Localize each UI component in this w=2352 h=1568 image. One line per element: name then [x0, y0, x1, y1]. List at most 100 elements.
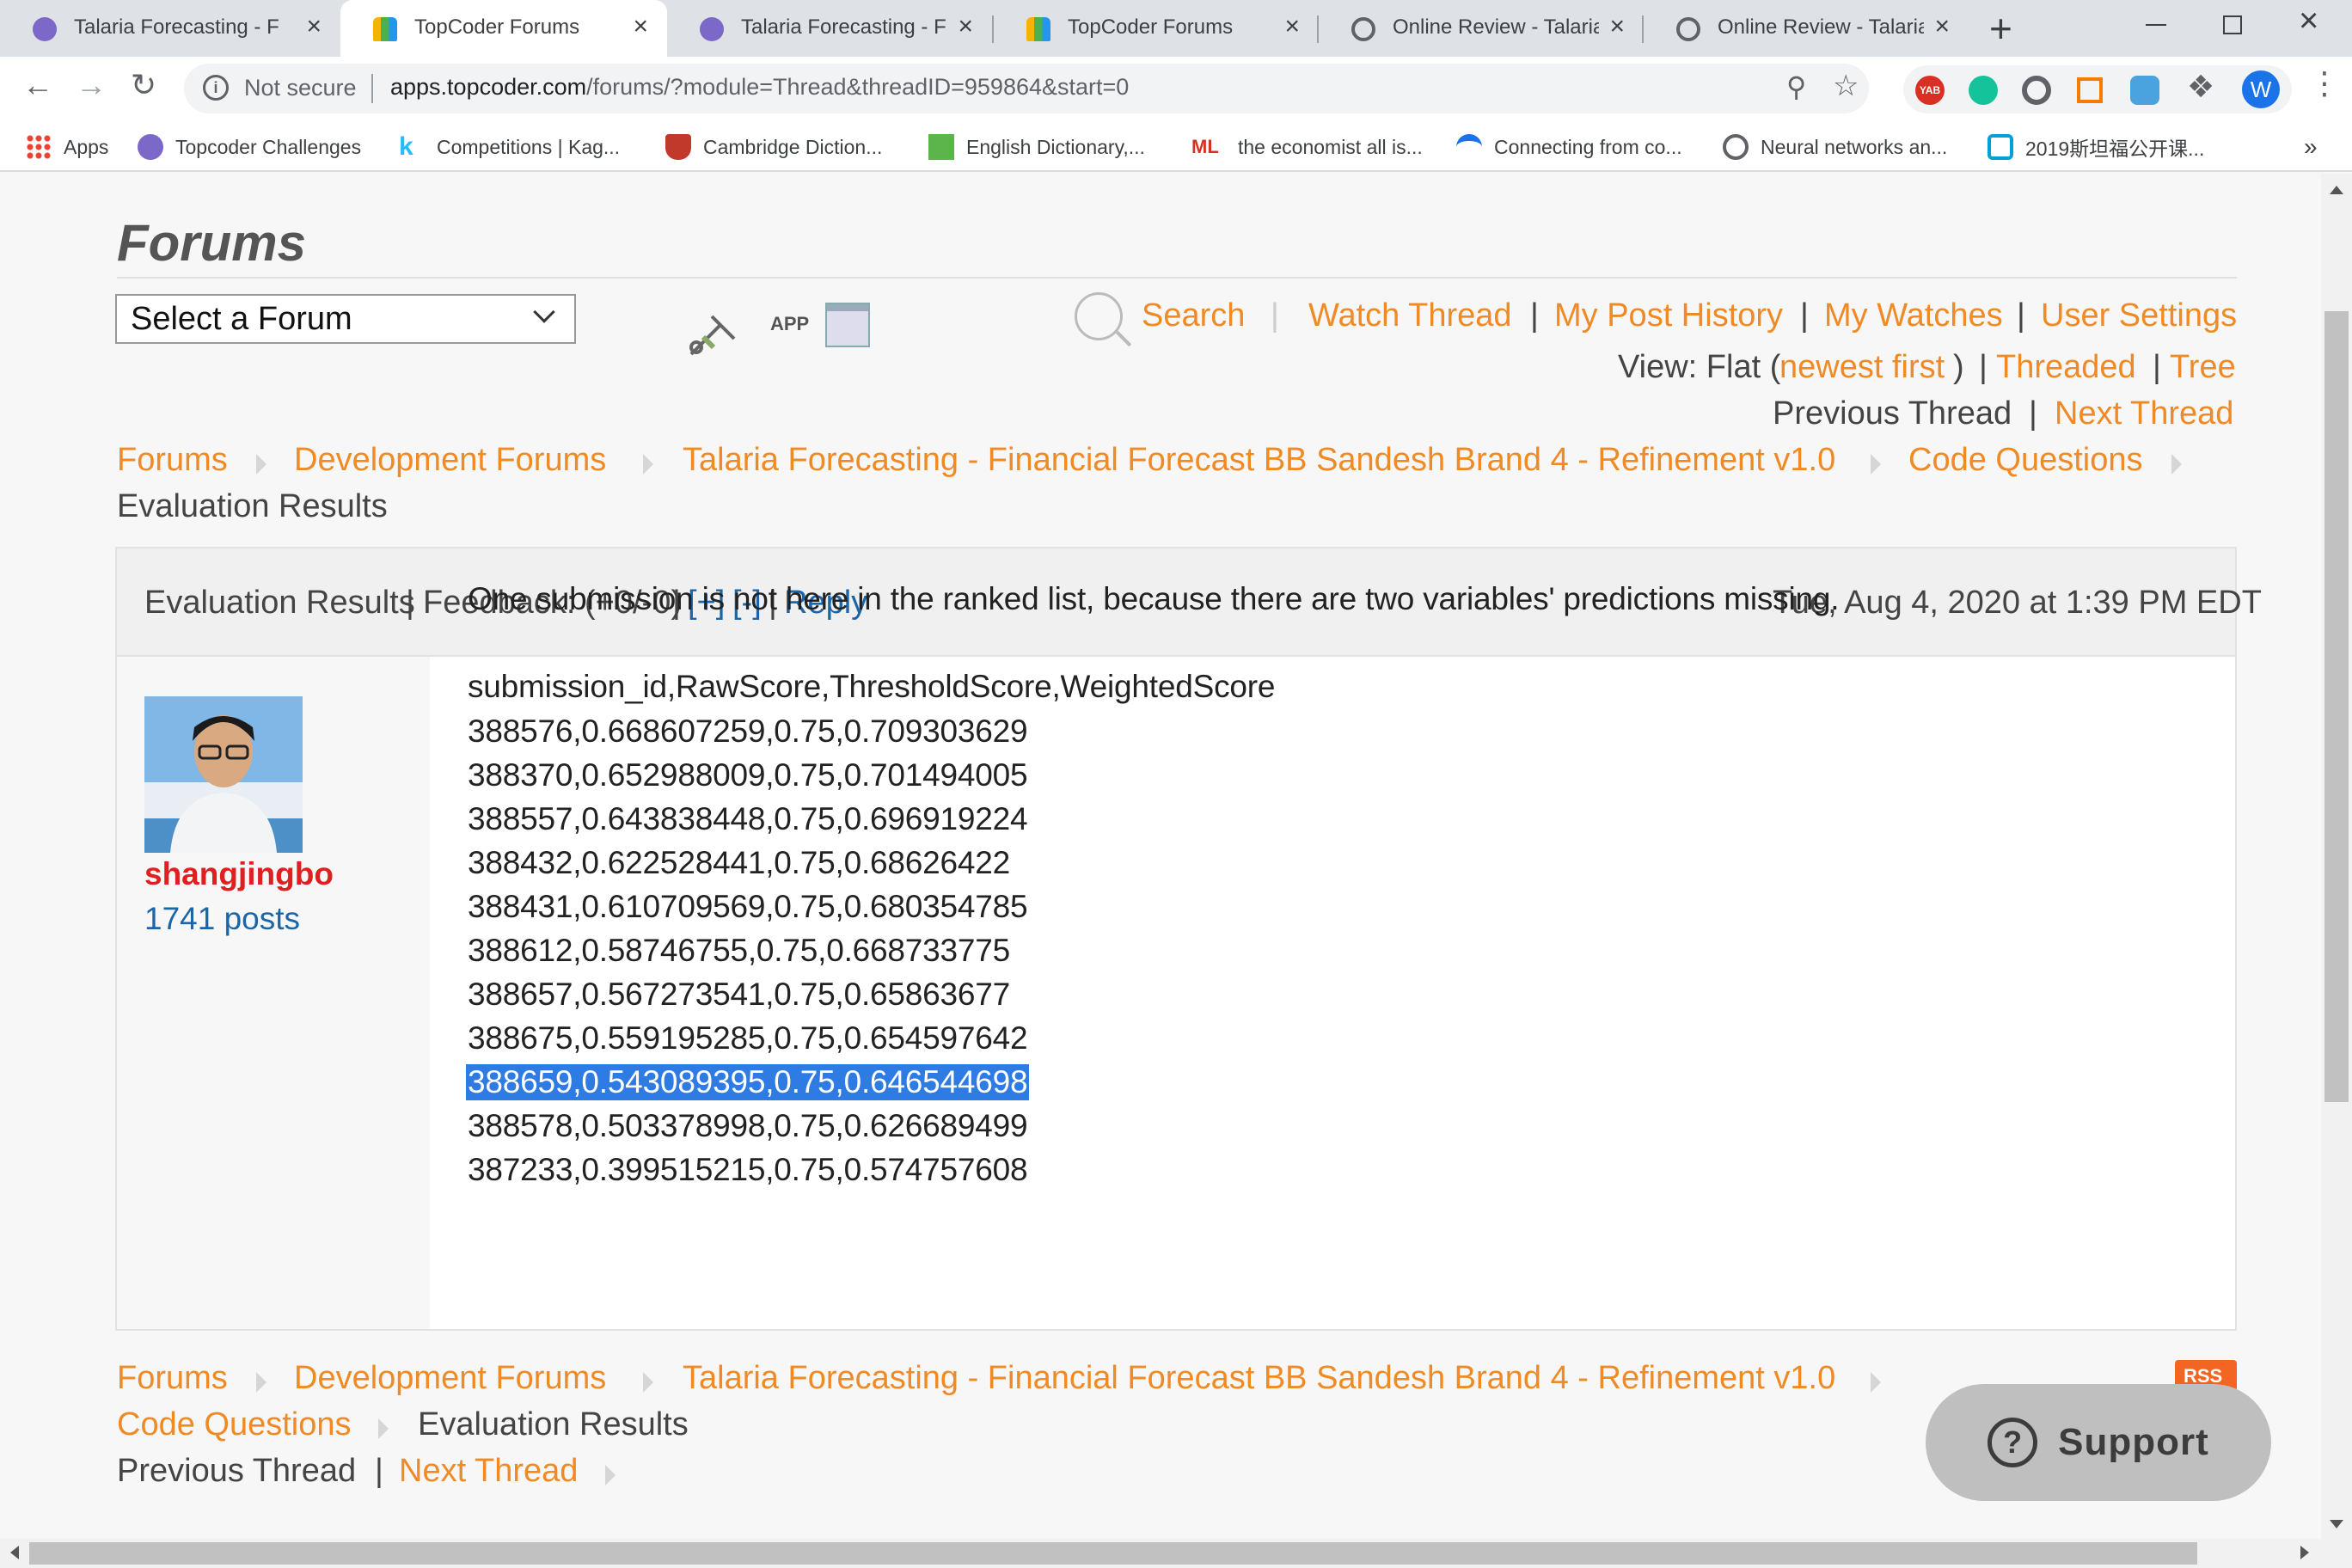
scroll-left-icon[interactable]	[10, 1546, 19, 1559]
breadcrumb-chevron	[378, 1418, 389, 1439]
globe-icon	[1723, 134, 1749, 160]
bookmark-neural-networks[interactable]: Neural networks an...	[1723, 131, 1947, 163]
breadcrumb-forums-bottom[interactable]: Forums	[117, 1360, 228, 1397]
bookmark-label: Topcoder Challenges	[175, 135, 362, 158]
close-icon[interactable]: ×	[306, 12, 322, 41]
back-icon[interactable]: ←	[22, 67, 53, 103]
close-icon[interactable]: ×	[1284, 12, 1300, 41]
menu-kebab-icon[interactable]: ⋮	[2309, 65, 2340, 101]
author-name[interactable]: shangjingbo	[144, 856, 334, 892]
scroll-down-icon[interactable]	[2330, 1520, 2343, 1528]
vertical-scroll-thumb[interactable]	[2324, 311, 2349, 1102]
browser-tab-5[interactable]: Online Review - Talaria ×	[1319, 0, 1644, 57]
topcoder-icon	[138, 134, 163, 160]
forum-select[interactable]: Select a Forum	[115, 294, 576, 344]
reload-icon[interactable]: ↻	[131, 67, 156, 103]
question-circle-icon: ?	[1988, 1418, 2038, 1467]
breadcrumb-chevron	[2171, 454, 2182, 475]
bookmark-stanford[interactable]: 2019斯坦福公开课...	[1988, 131, 2204, 163]
avatar[interactable]: W	[2242, 70, 2280, 108]
breadcrumb-code-questions-bottom[interactable]: Code Questions	[117, 1406, 352, 1443]
omnibox-divider	[371, 74, 373, 103]
threaded-link[interactable]: Threaded	[1996, 349, 2136, 386]
bookmark-label: Cambridge Diction...	[703, 135, 883, 158]
support-button[interactable]: ? Support	[1926, 1384, 2271, 1501]
topcoder-forums-icon	[373, 17, 397, 41]
csv-row: 388557,0.643838448,0.75,0.696919224	[468, 801, 1028, 836]
breadcrumb-forums[interactable]: Forums	[117, 442, 228, 479]
bookmarks-overflow[interactable]: »	[2304, 131, 2318, 163]
url-text[interactable]: apps.topcoder.com/forums/?module=Thread&…	[390, 74, 1129, 101]
horizontal-scroll-thumb[interactable]	[29, 1542, 2197, 1565]
my-post-history-link[interactable]: My Post History	[1554, 297, 1783, 334]
puzzle-icon[interactable]: ❖	[2187, 69, 2214, 105]
next-thread-link[interactable]: Next Thread	[2055, 395, 2233, 432]
breadcrumb-chevron	[643, 454, 653, 475]
breadcrumb-challenge[interactable]: Talaria Forecasting - Financial Forecast…	[683, 442, 1835, 479]
author-panel: shangjingbo 1741 posts	[117, 657, 430, 1329]
post-date: Tue, Aug 4, 2020 at 1:39 PM EDT	[1773, 585, 2262, 621]
app-label[interactable]: APP	[770, 313, 809, 335]
user-settings-link[interactable]: User Settings	[2041, 297, 2237, 334]
ml-icon: ML	[1191, 136, 1219, 157]
bookmark-economist[interactable]: ML the economist all is...	[1191, 131, 1423, 163]
close-icon[interactable]: ×	[1934, 12, 1950, 41]
newest-first-link[interactable]: newest first	[1779, 349, 1945, 386]
bookmark-topcoder-challenges[interactable]: Topcoder Challenges	[138, 131, 361, 163]
browser-tab-4[interactable]: TopCoder Forums ×	[994, 0, 1319, 57]
previous-thread-label: Previous Thread	[1773, 395, 2012, 432]
info-icon[interactable]: i	[203, 75, 229, 101]
bookmark-connecting[interactable]: Connecting from co...	[1456, 131, 1682, 163]
next-thread-link-bottom[interactable]: Next Thread	[399, 1453, 578, 1490]
breadcrumb-challenge-bottom[interactable]: Talaria Forecasting - Financial Forecast…	[683, 1360, 1835, 1397]
vertical-scrollbar[interactable]	[2321, 174, 2352, 1539]
app-window-icon[interactable]	[825, 303, 870, 347]
bookmark-english-dictionary[interactable]: English Dictionary,...	[928, 131, 1145, 163]
layout-extension-icon[interactable]	[2077, 77, 2103, 103]
grammarly-icon[interactable]	[1969, 76, 1998, 105]
browser-tab-3[interactable]: Talaria Forecasting - Fin ×	[667, 0, 992, 57]
close-icon[interactable]: ×	[1609, 12, 1625, 41]
search-link[interactable]: Search	[1142, 297, 1245, 334]
restore-icon[interactable]	[2223, 15, 2242, 34]
bookmark-label: Neural networks an...	[1761, 135, 1948, 158]
yab-extension-icon[interactable]: YAB	[1915, 76, 1945, 105]
bookmark-kaggle[interactable]: k Competitions | Kag...	[399, 131, 620, 163]
tree-link[interactable]: Tree	[2170, 349, 2236, 386]
new-tab-icon[interactable]: +	[1989, 5, 2012, 52]
bookmark-star-icon[interactable]: ☆	[1833, 69, 1859, 103]
zoom-icon[interactable]: ⚲	[1786, 70, 1806, 103]
post-header-separator: |	[406, 585, 414, 621]
watch-thread-link[interactable]: Watch Thread	[1308, 297, 1512, 334]
forward-icon[interactable]: →	[76, 67, 107, 103]
apps-grid-icon	[26, 134, 52, 160]
bookmark-label: 2019斯坦福公开课...	[2025, 138, 2205, 160]
bookmark-apps[interactable]: Apps	[26, 131, 108, 163]
close-icon[interactable]: ×	[633, 12, 648, 41]
scroll-right-icon[interactable]	[2300, 1546, 2309, 1559]
author-post-count[interactable]: 1741 posts	[144, 901, 300, 937]
browser-tab-6[interactable]: Online Review - Talaria ×	[1644, 0, 1969, 57]
minimize-icon[interactable]	[2146, 24, 2166, 26]
browser-tab-2[interactable]: TopCoder Forums ×	[340, 0, 667, 57]
author-avatar[interactable]	[144, 696, 303, 853]
dictionary-icon	[928, 134, 954, 160]
breadcrumb-development-forums[interactable]: Development Forums	[294, 442, 606, 479]
bookmark-cambridge[interactable]: Cambridge Diction...	[665, 131, 882, 163]
breadcrumb-code-questions[interactable]: Code Questions	[1908, 442, 2143, 479]
horizontal-scrollbar[interactable]	[0, 1539, 2352, 1568]
bookmark-label: Connecting from co...	[1494, 135, 1682, 158]
breadcrumb-development-forums-bottom[interactable]: Development Forums	[294, 1360, 606, 1397]
forum-select-value: Select a Forum	[131, 301, 352, 337]
close-window-icon[interactable]: ×	[2299, 2, 2318, 40]
address-bar[interactable]: i Not secure apps.topcoder.com/forums/?m…	[184, 64, 1869, 113]
pen-extension-icon[interactable]	[2130, 76, 2159, 105]
bookmarks-bar: Apps Topcoder Challenges k Competitions …	[0, 122, 2352, 172]
extension-circle-icon[interactable]	[2022, 76, 2051, 105]
my-watches-link[interactable]: My Watches	[1824, 297, 2003, 334]
close-icon[interactable]: ×	[958, 12, 973, 41]
browser-tab-1[interactable]: Talaria Forecasting - Fin ×	[0, 0, 340, 57]
satellite-icon[interactable]	[686, 313, 738, 359]
tab-strip: Talaria Forecasting - Fin × TopCoder For…	[0, 0, 2352, 57]
scroll-up-icon[interactable]	[2330, 186, 2343, 194]
